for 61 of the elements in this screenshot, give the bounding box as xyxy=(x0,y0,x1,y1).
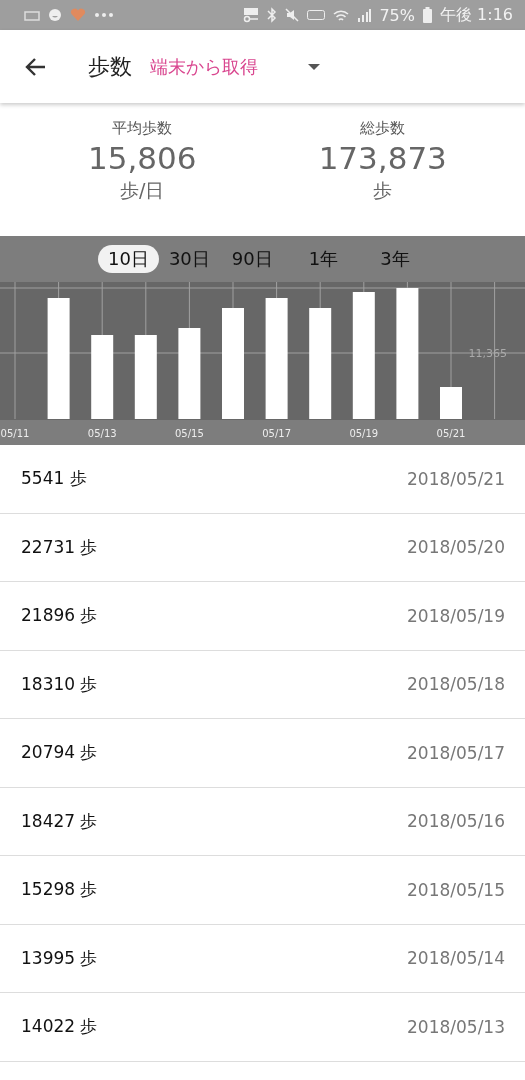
range-tab[interactable]: 10日 xyxy=(98,245,159,273)
stat-value: 173,873 xyxy=(318,139,447,178)
range-tab[interactable]: 30日 xyxy=(158,245,220,273)
bar xyxy=(440,387,462,419)
dropdown-caret-icon xyxy=(308,63,320,70)
stat-label: 平均歩数 xyxy=(112,119,173,138)
step-row[interactable]: 14022 歩 2018/05/13 xyxy=(0,993,525,1062)
stat-label: 総歩数 xyxy=(360,119,406,138)
step-date: 2018/05/16 xyxy=(407,811,505,832)
back-arrow-icon xyxy=(24,56,46,77)
step-row[interactable]: 18310 歩 2018/05/18 xyxy=(0,650,525,719)
stat-unit: 歩 xyxy=(373,178,393,203)
step-date: 2018/05/17 xyxy=(407,742,505,763)
step-count: 15298 歩 xyxy=(21,878,98,902)
step-date: 2018/05/13 xyxy=(407,1016,505,1037)
range-tab[interactable]: 90日 xyxy=(221,245,283,273)
mute-icon xyxy=(285,8,300,22)
step-count: 14022 歩 xyxy=(21,1015,98,1039)
bluetooth-icon xyxy=(267,7,278,23)
range-tab[interactable]: 1年 xyxy=(298,245,349,273)
more-icon xyxy=(94,12,114,18)
heart-icon xyxy=(70,8,86,22)
step-count: 13995 歩 xyxy=(21,946,98,970)
step-row[interactable]: 21896 歩 2018/05/19 xyxy=(0,582,525,651)
page-title: 歩数 xyxy=(88,52,132,81)
y-axis-label: 11,365 xyxy=(468,347,507,360)
step-date: 2018/05/20 xyxy=(407,537,505,558)
step-count: 18427 歩 xyxy=(21,809,98,833)
step-row[interactable]: 22731 歩 2018/05/20 xyxy=(0,513,525,582)
step-date: 2018/05/21 xyxy=(407,468,505,489)
key-icon xyxy=(243,7,260,23)
x-axis-label: 05/21 xyxy=(436,428,466,439)
step-count: 21896 歩 xyxy=(21,604,98,628)
x-axis-label: 05/13 xyxy=(87,428,117,439)
step-row[interactable]: 15298 歩 2018/05/15 xyxy=(0,856,525,925)
clock: 午後 1:16 xyxy=(440,4,513,26)
step-date: 2018/05/19 xyxy=(407,605,505,626)
x-axis-label: 05/15 xyxy=(175,428,204,439)
step-row[interactable]: 20794 歩 2018/05/17 xyxy=(0,719,525,788)
battery-percent: 75% xyxy=(379,5,415,25)
signal-icon xyxy=(357,8,372,22)
stat-value: 15,806 xyxy=(88,139,197,178)
x-axis-label: 05/11 xyxy=(0,428,30,439)
x-axis-label: 05/19 xyxy=(349,428,379,439)
step-row[interactable]: 18427 歩 2018/05/16 xyxy=(0,787,525,856)
stat-unit: 歩/日 xyxy=(120,178,165,203)
x-axis-label: 05/17 xyxy=(262,428,291,439)
step-date: 2018/05/15 xyxy=(407,879,505,900)
back-button[interactable] xyxy=(24,56,46,77)
step-count: 20794 歩 xyxy=(21,741,98,765)
wifi-icon xyxy=(333,8,350,22)
step-count: 22731 歩 xyxy=(21,535,98,559)
range-tab[interactable]: 3年 xyxy=(370,245,420,273)
battery-icon xyxy=(423,7,432,23)
step-date: 2018/05/18 xyxy=(407,674,505,695)
step-row[interactable]: 13995 歩 2018/05/14 xyxy=(0,924,525,993)
source-dropdown[interactable]: 端末から取得 xyxy=(150,54,320,79)
step-row[interactable]: 5541 歩 2018/05/21 xyxy=(0,445,525,514)
step-date: 2018/05/14 xyxy=(407,948,505,969)
step-count: 18310 歩 xyxy=(21,672,98,696)
step-count: 5541 歩 xyxy=(21,467,87,491)
